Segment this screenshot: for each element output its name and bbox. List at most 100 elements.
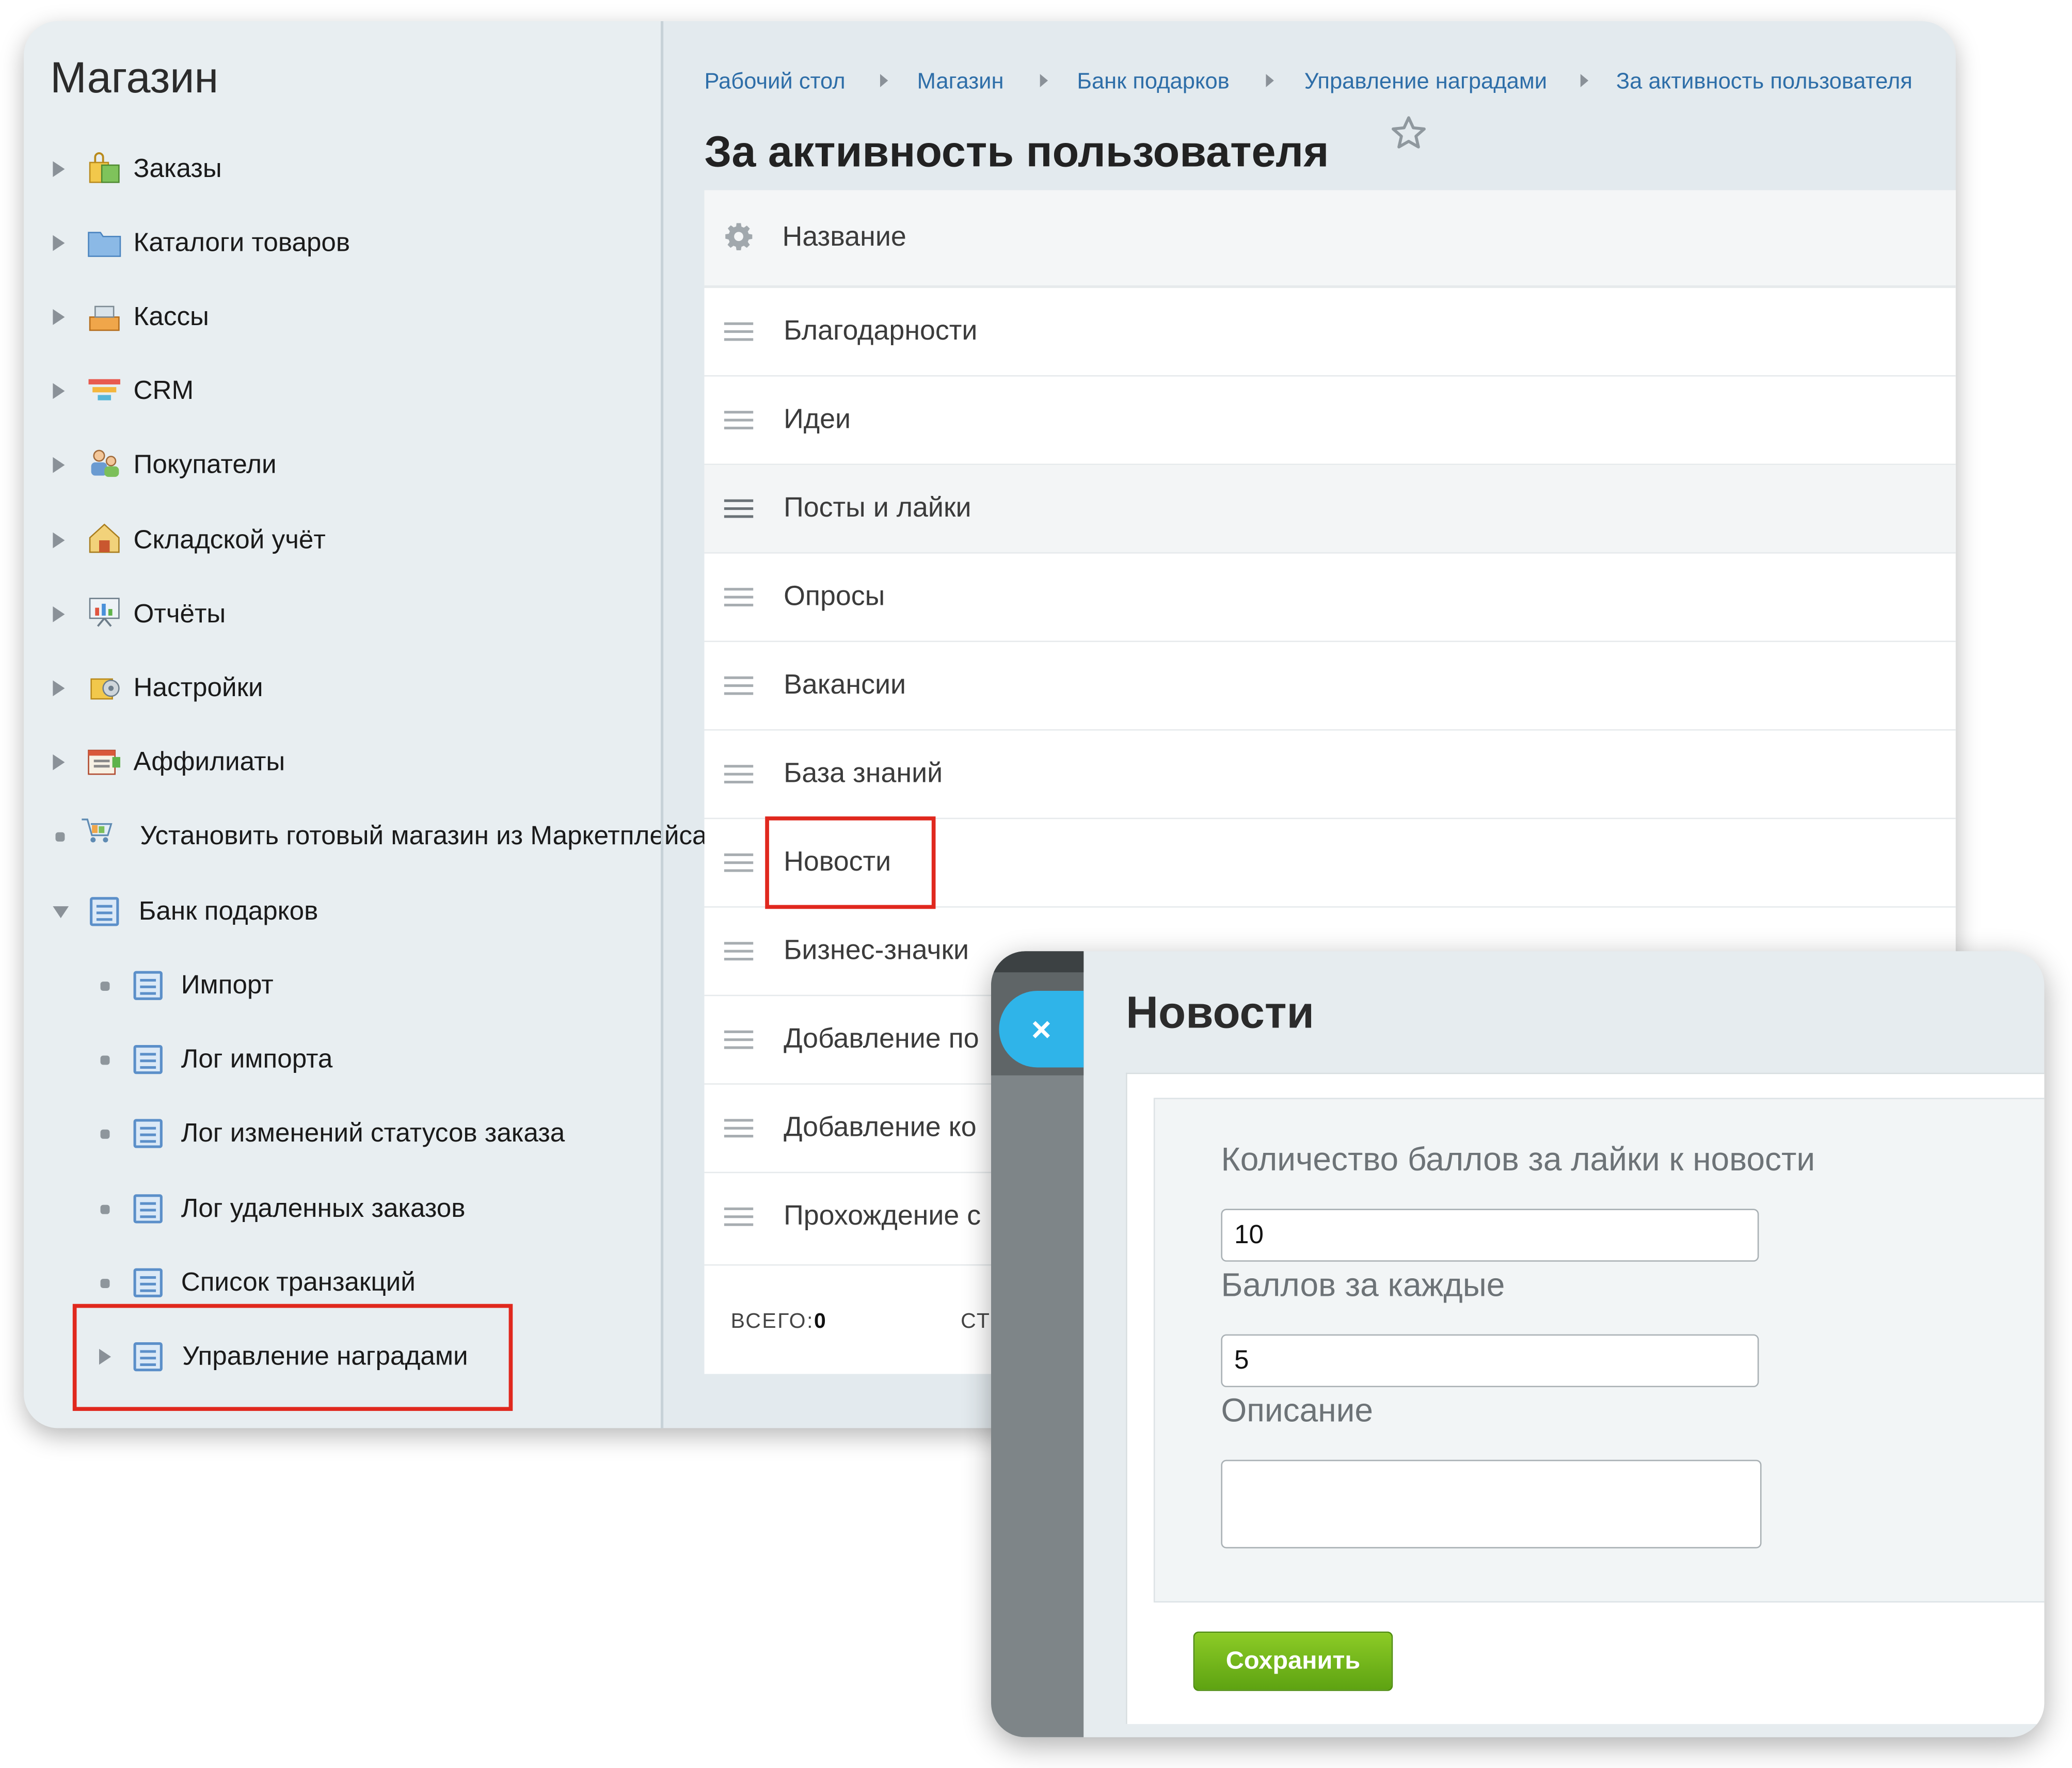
- news-settings-dialog: a × Новости Количество баллов за лайки к…: [991, 951, 2045, 1738]
- points-per-input[interactable]: 5: [1221, 1334, 1759, 1387]
- drag-handle-icon[interactable]: [724, 1207, 754, 1226]
- drag-handle-icon[interactable]: [724, 322, 754, 341]
- breadcrumb-separator-icon: [880, 74, 888, 87]
- sidebar-item-install-store[interactable]: Установить готовый магазин из Маркетплей…: [55, 810, 707, 862]
- drag-handle-icon[interactable]: [724, 765, 754, 784]
- table-row[interactable]: Вакансии: [704, 642, 1956, 731]
- drag-handle-icon[interactable]: [724, 1119, 754, 1138]
- sidebar-item-catalogs[interactable]: Каталоги товаров: [53, 217, 350, 269]
- save-button[interactable]: Сохранить: [1193, 1631, 1393, 1691]
- sidebar-item-affiliates[interactable]: Аффилиаты: [53, 736, 285, 789]
- row-label: Благодарности: [784, 315, 978, 346]
- breadcrumb-separator-icon: [1040, 74, 1048, 87]
- sidebar-subitem-transactions[interactable]: Список транзакций: [100, 1257, 416, 1309]
- highlight-rewards-management: [72, 1304, 513, 1411]
- document-icon: [133, 971, 163, 1000]
- breadcrumb-separator-icon: [1580, 74, 1589, 87]
- sidebar-item-label: Настройки: [133, 673, 263, 702]
- cart-icon: [82, 818, 113, 843]
- table-row[interactable]: Благодарности: [704, 288, 1956, 377]
- breadcrumb-link[interactable]: Банк подарков: [1077, 69, 1229, 95]
- expand-arrow-icon[interactable]: [53, 532, 65, 549]
- favorite-star-icon[interactable]: [1389, 114, 1429, 153]
- folder-icon: [88, 232, 121, 257]
- breadcrumb-link[interactable]: Рабочий стол: [704, 69, 845, 95]
- table-row[interactable]: База знаний: [704, 731, 1956, 819]
- expand-arrow-icon[interactable]: [53, 754, 65, 770]
- document-icon: [90, 897, 119, 926]
- drag-handle-icon[interactable]: [724, 676, 754, 695]
- sidebar-item-label: Импорт: [181, 970, 274, 1000]
- row-label: Добавление ко: [784, 1112, 977, 1143]
- expand-arrow-icon[interactable]: [53, 235, 65, 251]
- dialog-title: Новости: [1126, 988, 1315, 1039]
- table-row[interactable]: Идеи: [704, 377, 1956, 465]
- screenshot-stage: Магазин Заказы Каталоги товаров Кассы CR…: [0, 0, 2072, 1767]
- sidebar-title: Магазин: [50, 53, 219, 102]
- breadcrumb-link[interactable]: Магазин: [917, 69, 1004, 95]
- shopping-bags-icon: [89, 152, 120, 183]
- table-row[interactable]: Посты и лайки: [704, 465, 1956, 554]
- sidebar-item-reports[interactable]: Отчёты: [53, 588, 226, 640]
- row-label: Опросы: [784, 581, 885, 612]
- sidebar-item-cash-registers[interactable]: Кассы: [53, 291, 209, 343]
- sidebar-item-orders[interactable]: Заказы: [53, 142, 222, 195]
- dialog-body: Количество баллов за лайки к новости 10 …: [1126, 1072, 2045, 1724]
- sidebar-item-warehouse[interactable]: Складской учёт: [53, 514, 326, 567]
- likes-points-label: Количество баллов за лайки к новости: [1221, 1141, 1815, 1179]
- sidebar-item-settings[interactable]: Настройки: [53, 662, 263, 715]
- gear-icon[interactable]: [724, 222, 753, 251]
- table-header: Название: [704, 190, 1956, 288]
- expand-arrow-icon[interactable]: [53, 309, 65, 325]
- row-label: Бизнес-значки: [784, 935, 969, 966]
- sidebar-item-label: Кассы: [133, 301, 209, 331]
- row-label: Посты и лайки: [784, 492, 971, 523]
- drag-handle-icon[interactable]: [724, 588, 754, 607]
- sidebar-item-gift-bank[interactable]: Банк подарков: [53, 885, 318, 938]
- drag-handle-icon[interactable]: [724, 853, 754, 872]
- expand-arrow-icon[interactable]: [53, 606, 65, 622]
- affiliates-icon: [88, 749, 120, 775]
- sidebar-item-label: Складской учёт: [133, 525, 326, 554]
- breadcrumb-separator-icon: [1266, 74, 1274, 87]
- document-icon: [133, 1268, 163, 1297]
- bullet-icon: [100, 1204, 110, 1214]
- settings-bag-icon: [90, 678, 120, 700]
- expand-arrow-icon[interactable]: [53, 161, 65, 178]
- sidebar-item-crm[interactable]: CRM: [53, 365, 194, 417]
- sidebar-item-label: CRM: [133, 376, 194, 405]
- drag-handle-icon[interactable]: [724, 1030, 754, 1049]
- row-label: Добавление по: [784, 1024, 979, 1054]
- breadcrumb-link[interactable]: Управление наградами: [1304, 69, 1547, 95]
- drag-handle-icon[interactable]: [724, 942, 754, 961]
- drag-handle-icon[interactable]: [724, 411, 754, 429]
- expand-arrow-icon[interactable]: [53, 383, 65, 399]
- sidebar-subitem-deleted-orders-log[interactable]: Лог удаленных заказов: [100, 1182, 466, 1235]
- bullet-icon: [55, 831, 65, 841]
- sidebar-item-label: Лог импорта: [181, 1044, 333, 1073]
- row-label: Прохождение с: [784, 1201, 981, 1231]
- points-per-label: Баллов за каждые: [1221, 1267, 1505, 1304]
- bullet-icon: [100, 1055, 110, 1065]
- table-row[interactable]: Опросы: [704, 554, 1956, 642]
- total-count-label: ВСЕГО:: [730, 1310, 815, 1333]
- description-textarea[interactable]: [1221, 1459, 1762, 1549]
- row-label: Вакансии: [784, 669, 906, 700]
- sidebar-item-customers[interactable]: Покупатели: [53, 439, 277, 491]
- sidebar-item-label: Каталоги товаров: [133, 228, 350, 257]
- sidebar-subitem-import-log[interactable]: Лог импорта: [100, 1033, 333, 1086]
- bullet-icon: [100, 981, 110, 990]
- expand-arrow-icon[interactable]: [53, 457, 65, 473]
- sidebar-item-label: Установить готовый магазин из Маркетплей…: [140, 821, 707, 850]
- column-header-name[interactable]: Название: [783, 222, 906, 253]
- drag-handle-icon[interactable]: [724, 499, 754, 518]
- collapse-arrow-icon[interactable]: [53, 905, 69, 918]
- sidebar-subitem-status-log[interactable]: Лог изменений статусов заказа: [100, 1107, 565, 1160]
- sidebar-subitem-import[interactable]: Импорт: [100, 959, 274, 1012]
- breadcrumb-link[interactable]: За активность пользователя: [1616, 69, 1912, 95]
- close-button[interactable]: ×: [999, 991, 1084, 1068]
- likes-points-input[interactable]: 10: [1221, 1209, 1759, 1262]
- page-title: За активность пользователя: [704, 126, 1329, 176]
- expand-arrow-icon[interactable]: [53, 680, 65, 697]
- customers-icon: [91, 449, 119, 477]
